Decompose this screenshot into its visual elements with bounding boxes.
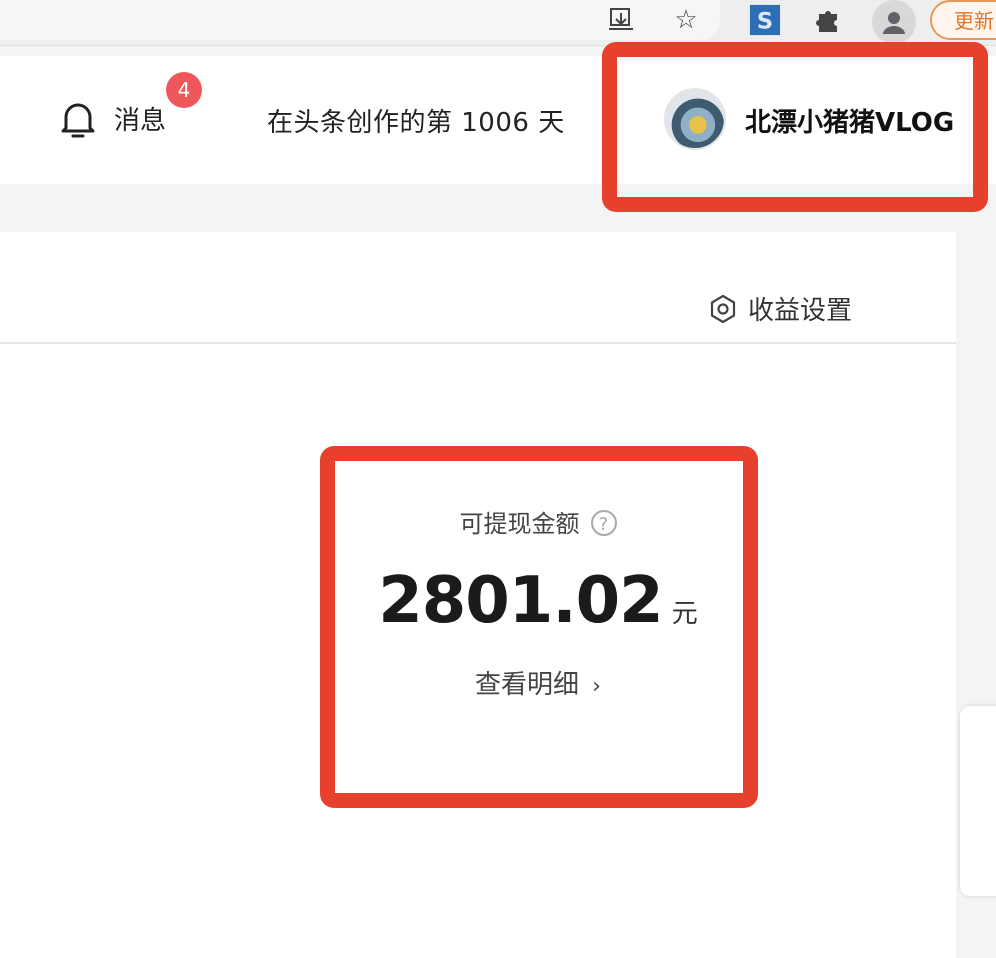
withdrawable-amount: 2801.02 [378,564,663,638]
floating-side-toolbar[interactable] [960,706,996,896]
settings-icon [710,294,736,323]
messages-link[interactable]: 消息 [114,100,166,137]
bell-icon[interactable] [56,98,100,142]
chevron-right-icon: › [592,674,601,699]
earnings-settings-label: 收益设置 [748,296,853,326]
avatar[interactable] [664,88,726,150]
withdrawable-label: 可提现金额 [459,510,580,538]
s-extension-icon[interactable]: S [749,4,781,36]
divider [0,342,956,344]
svg-text:S: S [757,8,773,34]
details-link[interactable]: 查看明细 › [318,664,758,701]
profile-icon[interactable] [872,0,916,44]
amount-unit: 元 [671,599,698,629]
withdrawable-card: 可提现金额 ? 2801.02 元 查看明细 › [318,446,758,808]
extensions-puzzle-icon[interactable] [813,4,845,36]
withdrawable-title-row: 可提现金额 ? [318,504,758,539]
site-header: 消息 4 在头条创作的第 1006 天 北漂小猪猪VLOG [0,56,996,184]
install-icon[interactable] [605,4,637,36]
creation-days-text: 在头条创作的第 1006 天 [267,108,565,138]
browser-update-button[interactable]: 更新 [930,0,996,40]
messages-badge: 4 [166,72,202,108]
earnings-settings-button[interactable]: 收益设置 [708,290,852,327]
amount-row: 2801.02 元 [318,564,758,638]
help-icon[interactable]: ? [590,510,617,536]
bookmark-star-icon[interactable]: ☆ [670,4,702,36]
user-name[interactable]: 北漂小猪猪VLOG [745,102,954,139]
earnings-panel: 收益设置 可提现金额 ? 2801.02 元 查看明细 › [0,232,956,958]
details-label: 查看明细 [475,670,580,700]
browser-toolbar: ☆ S 更新 [0,0,996,46]
page: ☆ S 更新 消息 4 在头条创作的第 1006 天 北漂小猪猪VLOG 收益设… [0,0,996,958]
